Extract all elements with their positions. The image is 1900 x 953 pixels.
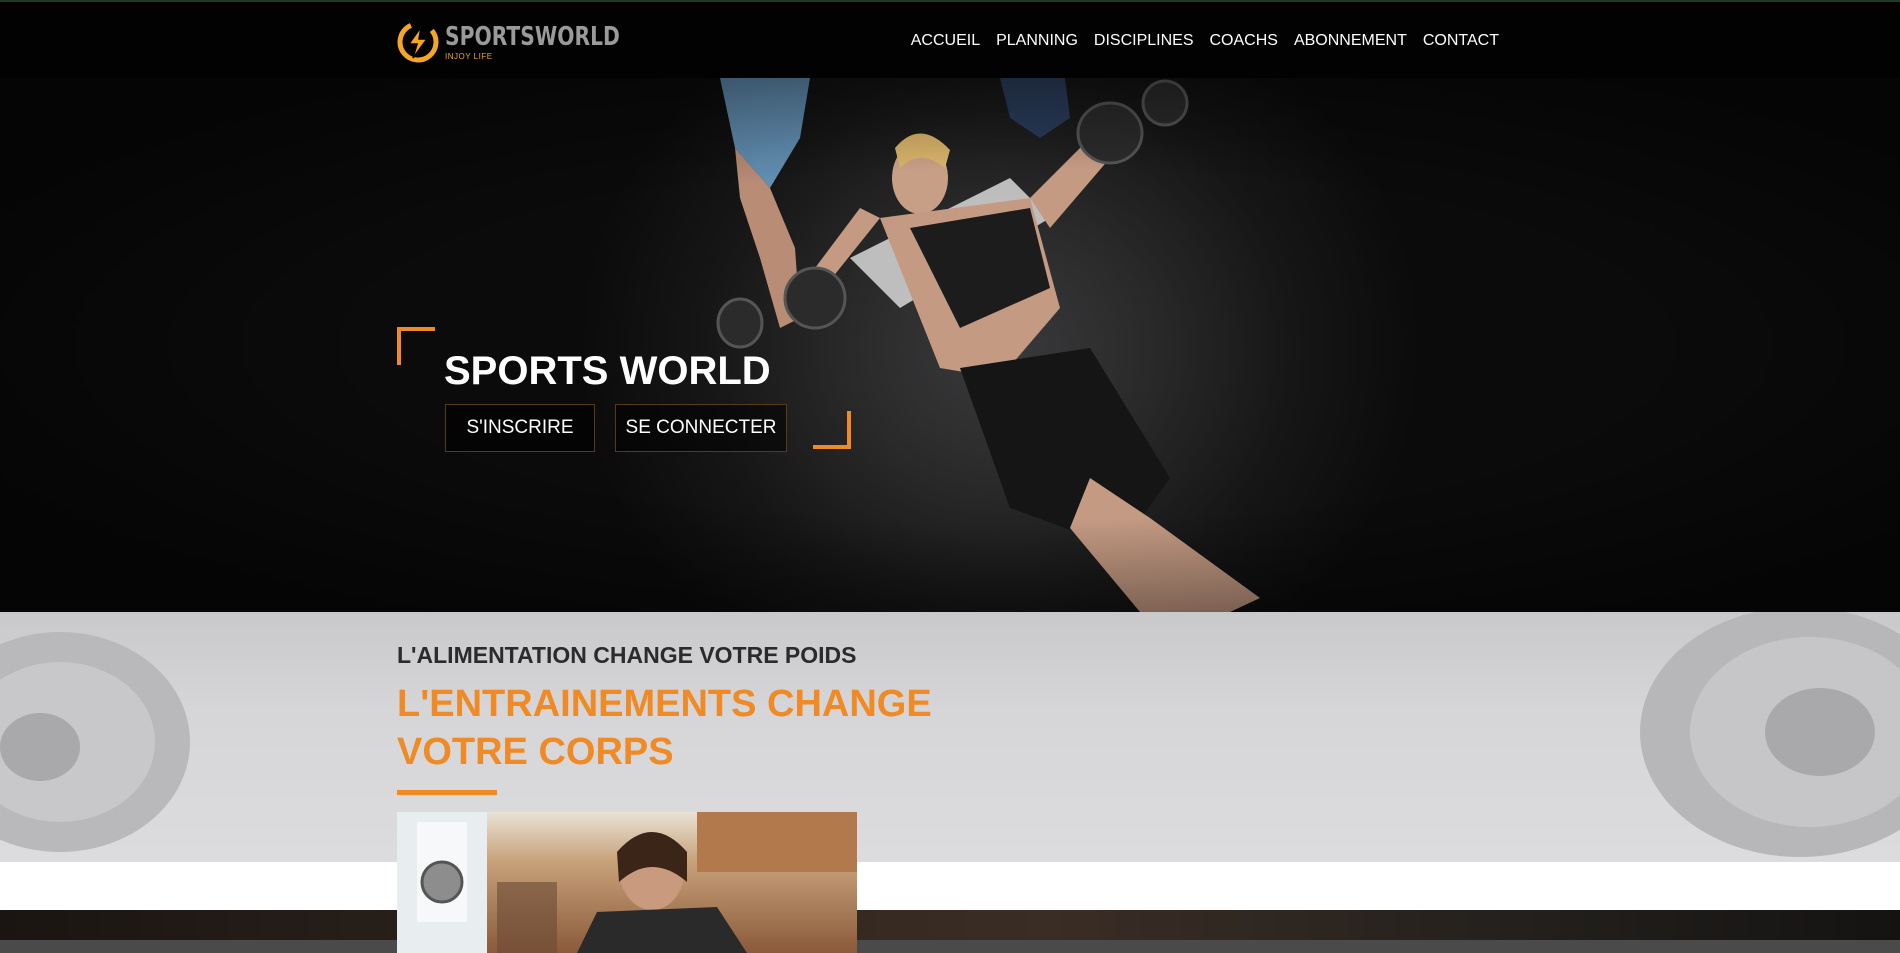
lightning-bolt-icon (397, 21, 439, 63)
brand-logo[interactable]: SPORTSWORLD INJOY LIFE (397, 20, 669, 64)
hero-background-image (0, 78, 1900, 612)
hero-frame-corner-bottom-right (813, 411, 851, 449)
hero-frame-corner-top-left (397, 327, 435, 365)
brand-tagline: INJOY LIFE (445, 51, 493, 61)
nav-item-abonnement[interactable]: ABONNEMENT (1294, 30, 1407, 52)
feature-title: L'ENTRAINEMENTS CHANGE VOTRE CORPS (397, 680, 932, 776)
weight-plates-background-image (0, 612, 1900, 857)
login-button[interactable]: SE CONNECTER (615, 404, 787, 452)
hero-title: SPORTS WORLD (444, 349, 771, 393)
section-spacer (0, 862, 1900, 910)
nav-item-coachs[interactable]: COACHS (1210, 30, 1278, 52)
woman-training-image (397, 812, 857, 953)
nav-item-planning[interactable]: PLANNING (996, 30, 1078, 52)
next-section-strip (0, 940, 1900, 953)
brand-text: SPORTSWORLD INJOY LIFE (445, 23, 669, 62)
feature-title-line1: L'ENTRAINEMENTS CHANGE (397, 683, 932, 725)
main-nav: ACCUEIL PLANNING DISCIPLINES COACHS ABON… (895, 30, 1499, 52)
brand-name: SPORTSWORLD (445, 21, 620, 52)
feature-subtitle: L'ALIMENTATION CHANGE VOTRE POIDS (397, 642, 857, 668)
accent-divider (397, 790, 497, 795)
nav-item-disciplines[interactable]: DISCIPLINES (1094, 30, 1194, 52)
nav-item-accueil[interactable]: ACCUEIL (911, 30, 980, 52)
feature-title-line2: VOTRE CORPS (397, 731, 674, 773)
signup-button[interactable]: S'INSCRIRE (445, 404, 595, 452)
nav-item-contact[interactable]: CONTACT (1423, 30, 1499, 52)
top-navbar: SPORTSWORLD INJOY LIFE ACCUEIL PLANNING … (0, 0, 1900, 78)
next-section-background (0, 910, 1900, 953)
hero-section: SPORTS WORLD S'INSCRIRE SE CONNECTER (0, 78, 1900, 612)
feature-section: L'ALIMENTATION CHANGE VOTRE POIDS L'ENTR… (0, 612, 1900, 862)
feature-photo (397, 812, 857, 953)
